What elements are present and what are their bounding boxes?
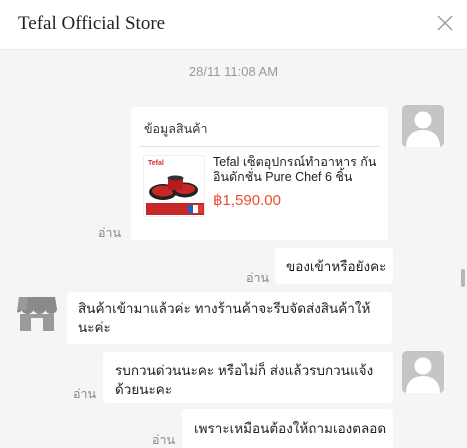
user-avatar [402, 105, 444, 147]
product-price: ฿1,590.00 [213, 192, 281, 209]
read-receipt: อ่าน [246, 271, 270, 285]
message-text: ของเข้าหรือยังคะ [286, 259, 387, 274]
message-bubble: ของเข้าหรือยังคะ [275, 248, 393, 284]
message-text: เพราะเหมือนต้องให้ถามเองตลอด [194, 421, 387, 436]
message-text: รบกวนด่วนนะคะ หรือไม่ก็ ส่งแล้วรบกวนแจ้ง… [115, 363, 374, 397]
chat-area[interactable]: 28/11 11:08 AM ข้อมูลสินค้า Tefal Tefal … [0, 50, 467, 448]
divider [139, 146, 380, 147]
message-bubble: รบกวนด่วนนะคะ หรือไม่ก็ ส่งแล้วรบกวนแจ้ง… [103, 352, 393, 403]
product-card[interactable]: ข้อมูลสินค้า Tefal Tefal เซ็ตอุปกรณ์ทำอา… [131, 107, 388, 240]
product-thumbnail[interactable]: Tefal [143, 155, 205, 217]
close-icon[interactable] [436, 14, 454, 32]
message-bubble: เพราะเหมือนต้องให้ถามเองตลอด [182, 409, 393, 448]
store-name[interactable]: Tefal Official Store [18, 13, 165, 35]
chat-header: Tefal Official Store [0, 0, 467, 50]
product-name[interactable]: Tefal เซ็ตอุปกรณ์ทำอาหาร กันอินดักชั่น P… [213, 155, 381, 185]
product-card-heading: ข้อมูลสินค้า [144, 122, 208, 136]
message-timestamp: 28/11 11:08 AM [188, 64, 279, 79]
message-bubble: สินค้าเข้ามาแล้วค่ะ ทางร้านค้าจะรีบจัดส่… [67, 292, 392, 344]
message-text: สินค้าเข้ามาแล้วค่ะ ทางร้านค้าจะรีบจัดส่… [78, 301, 371, 335]
store-avatar [16, 292, 58, 334]
user-avatar [402, 351, 444, 393]
read-receipt: อ่าน [73, 387, 97, 401]
read-receipt: อ่าน [98, 226, 122, 240]
read-receipt: อ่าน [152, 433, 176, 447]
scrollbar[interactable] [461, 269, 465, 287]
thumbnail-brand: Tefal [148, 160, 164, 167]
